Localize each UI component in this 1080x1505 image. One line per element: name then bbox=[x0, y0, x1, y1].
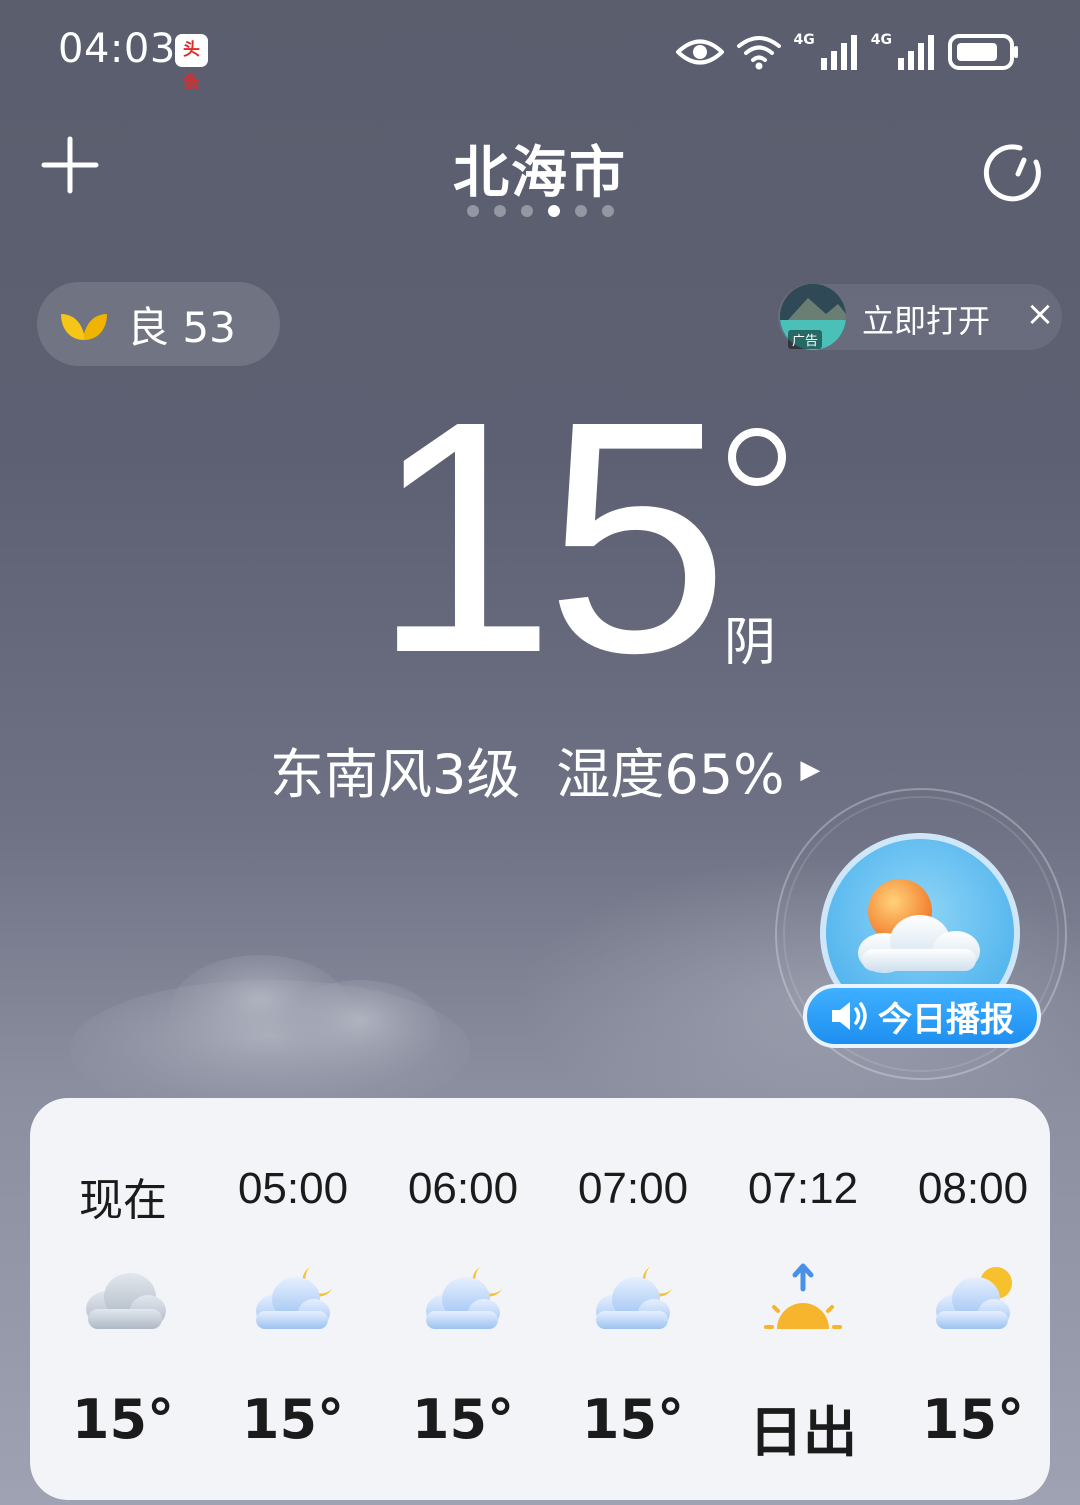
sunrise-icon bbox=[764, 1263, 842, 1329]
signal-icon bbox=[898, 35, 934, 70]
city-title[interactable]: 北海市 bbox=[0, 128, 1080, 209]
humidity-info: 湿度65% bbox=[556, 743, 785, 806]
broadcast-button[interactable]: 今日播报 bbox=[803, 984, 1041, 1048]
ad-open-button[interactable]: 立即打开 bbox=[862, 296, 990, 342]
hour-time: 08:00 bbox=[917, 1164, 1029, 1213]
network-type-1: 4G bbox=[793, 32, 815, 48]
news-app-icon: 头条 bbox=[175, 34, 208, 93]
hourly-item: 07:00 15° bbox=[548, 1098, 718, 1500]
daily-broadcast-widget[interactable]: 今日播报 bbox=[775, 788, 1067, 1080]
chevron-right-icon: ▶ bbox=[800, 754, 821, 785]
current-temperature: 15 bbox=[372, 352, 729, 721]
status-time: 04:03 bbox=[58, 26, 176, 72]
hourly-item: 06:00 15° bbox=[378, 1098, 548, 1500]
page-dot bbox=[601, 205, 614, 217]
eye-icon bbox=[675, 39, 724, 65]
wifi-icon bbox=[736, 36, 781, 70]
hour-time: 07:12 bbox=[747, 1164, 859, 1213]
hour-temp: 15° bbox=[71, 1388, 175, 1451]
partly-cloudy-icon bbox=[936, 1267, 1012, 1329]
weather-condition: 阴 bbox=[724, 613, 777, 673]
page-dot bbox=[574, 205, 587, 217]
status-bar: 04:03 头条 4G 4G bbox=[0, 0, 1080, 100]
hour-temp: 日出 bbox=[749, 1401, 857, 1464]
page-dot bbox=[520, 205, 533, 217]
hour-time: 现在 bbox=[79, 1176, 167, 1225]
page-dot-active bbox=[547, 205, 560, 217]
cloudy-icon bbox=[86, 1273, 166, 1329]
hour-temp: 15° bbox=[581, 1388, 685, 1451]
page-dot bbox=[493, 205, 506, 217]
background-cloud-icon bbox=[70, 955, 470, 1120]
hourly-item: 05:00 15° bbox=[208, 1098, 378, 1500]
hourly-item: 07:12 日出 bbox=[718, 1098, 888, 1500]
system-icons: 4G 4G bbox=[675, 28, 1020, 76]
ad-close-icon[interactable]: × bbox=[1022, 294, 1058, 334]
wind-info: 东南风3级 bbox=[270, 743, 521, 806]
broadcast-label: 今日播报 bbox=[878, 999, 1014, 1040]
page-dot bbox=[466, 205, 479, 217]
hourly-item: 现在 15° bbox=[38, 1098, 208, 1500]
refresh-button[interactable] bbox=[980, 140, 1048, 208]
hour-time: 07:00 bbox=[577, 1164, 689, 1213]
cloudy-night-icon bbox=[426, 1267, 502, 1329]
hourly-item: 08:00 15° bbox=[888, 1098, 1058, 1500]
cloudy-night-icon bbox=[256, 1267, 332, 1329]
hourly-forecast-card[interactable]: 现在 15° 05:00 15° 06:00 15° 07:00 15° 07:… bbox=[30, 1098, 1050, 1500]
network-type-2: 4G bbox=[870, 32, 892, 48]
degree-symbol bbox=[728, 428, 786, 486]
hour-temp: 15° bbox=[411, 1388, 515, 1451]
hour-temp: 15° bbox=[921, 1388, 1025, 1451]
leaf-icon bbox=[61, 314, 107, 340]
hour-temp: 15° bbox=[241, 1388, 345, 1451]
battery-icon bbox=[948, 34, 1018, 70]
cloudy-night-icon bbox=[596, 1267, 672, 1329]
speaker-icon bbox=[832, 1002, 867, 1030]
hour-time: 05:00 bbox=[237, 1164, 349, 1213]
hour-time: 06:00 bbox=[407, 1164, 519, 1213]
weather-details[interactable]: 东南风3级 湿度65% ▶ bbox=[270, 730, 820, 809]
ad-banner[interactable]: 广告 立即打开 × bbox=[778, 284, 1062, 350]
signal-icon bbox=[820, 35, 857, 70]
ad-tag: 广告 bbox=[788, 330, 823, 349]
aqi-value: 良 53 bbox=[127, 302, 236, 352]
page-indicator bbox=[0, 205, 1080, 217]
air-quality-badge[interactable]: 良 53 bbox=[37, 282, 280, 366]
